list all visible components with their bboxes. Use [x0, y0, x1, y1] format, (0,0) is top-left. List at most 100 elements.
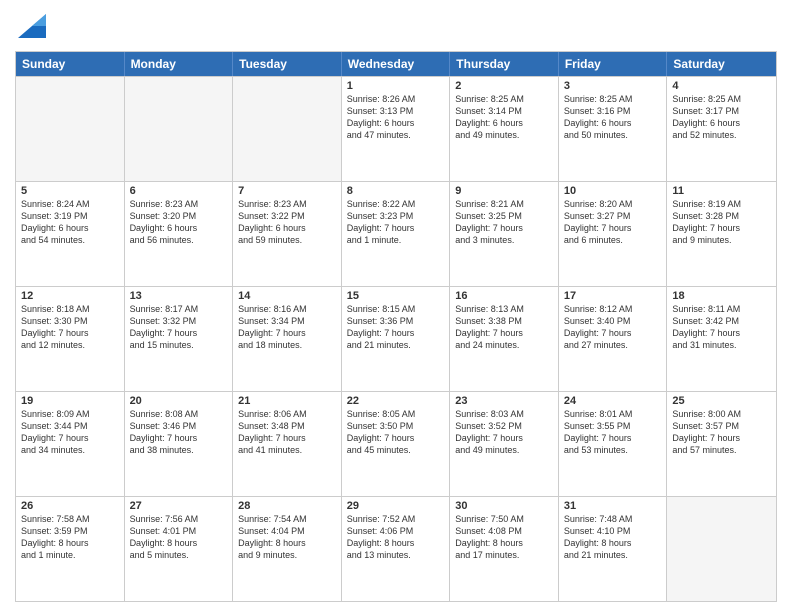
- calendar-cell: 26Sunrise: 7:58 AM Sunset: 3:59 PM Dayli…: [16, 497, 125, 601]
- day-info: Sunrise: 8:26 AM Sunset: 3:13 PM Dayligh…: [347, 93, 445, 142]
- day-number: 27: [130, 500, 228, 512]
- calendar-cell: 18Sunrise: 8:11 AM Sunset: 3:42 PM Dayli…: [667, 287, 776, 391]
- day-info: Sunrise: 8:12 AM Sunset: 3:40 PM Dayligh…: [564, 303, 662, 352]
- calendar-row: 12Sunrise: 8:18 AM Sunset: 3:30 PM Dayli…: [16, 286, 776, 391]
- day-number: 6: [130, 185, 228, 197]
- day-info: Sunrise: 8:18 AM Sunset: 3:30 PM Dayligh…: [21, 303, 119, 352]
- weekday-header: Wednesday: [342, 52, 451, 76]
- day-info: Sunrise: 8:22 AM Sunset: 3:23 PM Dayligh…: [347, 198, 445, 247]
- day-number: 20: [130, 395, 228, 407]
- day-number: 21: [238, 395, 336, 407]
- day-info: Sunrise: 7:52 AM Sunset: 4:06 PM Dayligh…: [347, 513, 445, 562]
- calendar-cell: 19Sunrise: 8:09 AM Sunset: 3:44 PM Dayli…: [16, 392, 125, 496]
- day-number: 9: [455, 185, 553, 197]
- calendar-cell: 5Sunrise: 8:24 AM Sunset: 3:19 PM Daylig…: [16, 182, 125, 286]
- day-info: Sunrise: 8:05 AM Sunset: 3:50 PM Dayligh…: [347, 408, 445, 457]
- calendar-cell: 30Sunrise: 7:50 AM Sunset: 4:08 PM Dayli…: [450, 497, 559, 601]
- day-info: Sunrise: 8:19 AM Sunset: 3:28 PM Dayligh…: [672, 198, 771, 247]
- day-info: Sunrise: 8:24 AM Sunset: 3:19 PM Dayligh…: [21, 198, 119, 247]
- calendar-cell: 21Sunrise: 8:06 AM Sunset: 3:48 PM Dayli…: [233, 392, 342, 496]
- page: SundayMondayTuesdayWednesdayThursdayFrid…: [0, 0, 792, 612]
- calendar-cell: [16, 77, 125, 181]
- day-info: Sunrise: 7:58 AM Sunset: 3:59 PM Dayligh…: [21, 513, 119, 562]
- calendar-cell: 15Sunrise: 8:15 AM Sunset: 3:36 PM Dayli…: [342, 287, 451, 391]
- day-info: Sunrise: 8:21 AM Sunset: 3:25 PM Dayligh…: [455, 198, 553, 247]
- calendar-cell: 16Sunrise: 8:13 AM Sunset: 3:38 PM Dayli…: [450, 287, 559, 391]
- day-number: 12: [21, 290, 119, 302]
- day-number: 17: [564, 290, 662, 302]
- day-info: Sunrise: 8:01 AM Sunset: 3:55 PM Dayligh…: [564, 408, 662, 457]
- calendar-row: 5Sunrise: 8:24 AM Sunset: 3:19 PM Daylig…: [16, 181, 776, 286]
- calendar-cell: 31Sunrise: 7:48 AM Sunset: 4:10 PM Dayli…: [559, 497, 668, 601]
- calendar-cell: 1Sunrise: 8:26 AM Sunset: 3:13 PM Daylig…: [342, 77, 451, 181]
- day-info: Sunrise: 7:48 AM Sunset: 4:10 PM Dayligh…: [564, 513, 662, 562]
- calendar-cell: [667, 497, 776, 601]
- weekday-header: Thursday: [450, 52, 559, 76]
- day-info: Sunrise: 8:17 AM Sunset: 3:32 PM Dayligh…: [130, 303, 228, 352]
- day-number: 14: [238, 290, 336, 302]
- calendar-cell: 6Sunrise: 8:23 AM Sunset: 3:20 PM Daylig…: [125, 182, 234, 286]
- calendar-row: 1Sunrise: 8:26 AM Sunset: 3:13 PM Daylig…: [16, 76, 776, 181]
- calendar-cell: 24Sunrise: 8:01 AM Sunset: 3:55 PM Dayli…: [559, 392, 668, 496]
- calendar-cell: 7Sunrise: 8:23 AM Sunset: 3:22 PM Daylig…: [233, 182, 342, 286]
- logo-text: [15, 14, 46, 43]
- calendar-cell: 23Sunrise: 8:03 AM Sunset: 3:52 PM Dayli…: [450, 392, 559, 496]
- calendar-cell: 12Sunrise: 8:18 AM Sunset: 3:30 PM Dayli…: [16, 287, 125, 391]
- calendar-cell: 9Sunrise: 8:21 AM Sunset: 3:25 PM Daylig…: [450, 182, 559, 286]
- calendar-row: 19Sunrise: 8:09 AM Sunset: 3:44 PM Dayli…: [16, 391, 776, 496]
- day-info: Sunrise: 8:23 AM Sunset: 3:20 PM Dayligh…: [130, 198, 228, 247]
- logo-icon: [18, 14, 46, 38]
- day-number: 24: [564, 395, 662, 407]
- day-number: 3: [564, 80, 662, 92]
- calendar-cell: 28Sunrise: 7:54 AM Sunset: 4:04 PM Dayli…: [233, 497, 342, 601]
- calendar-cell: 14Sunrise: 8:16 AM Sunset: 3:34 PM Dayli…: [233, 287, 342, 391]
- day-info: Sunrise: 7:56 AM Sunset: 4:01 PM Dayligh…: [130, 513, 228, 562]
- calendar-cell: 25Sunrise: 8:00 AM Sunset: 3:57 PM Dayli…: [667, 392, 776, 496]
- day-number: 13: [130, 290, 228, 302]
- calendar-cell: 3Sunrise: 8:25 AM Sunset: 3:16 PM Daylig…: [559, 77, 668, 181]
- calendar-body: 1Sunrise: 8:26 AM Sunset: 3:13 PM Daylig…: [16, 76, 776, 601]
- day-number: 1: [347, 80, 445, 92]
- day-number: 31: [564, 500, 662, 512]
- weekday-header: Tuesday: [233, 52, 342, 76]
- day-number: 11: [672, 185, 771, 197]
- weekday-header: Saturday: [667, 52, 776, 76]
- day-number: 8: [347, 185, 445, 197]
- weekday-header: Sunday: [16, 52, 125, 76]
- day-number: 2: [455, 80, 553, 92]
- calendar-row: 26Sunrise: 7:58 AM Sunset: 3:59 PM Dayli…: [16, 496, 776, 601]
- day-number: 16: [455, 290, 553, 302]
- day-info: Sunrise: 7:54 AM Sunset: 4:04 PM Dayligh…: [238, 513, 336, 562]
- day-number: 26: [21, 500, 119, 512]
- day-number: 19: [21, 395, 119, 407]
- day-number: 22: [347, 395, 445, 407]
- day-info: Sunrise: 8:15 AM Sunset: 3:36 PM Dayligh…: [347, 303, 445, 352]
- day-info: Sunrise: 8:16 AM Sunset: 3:34 PM Dayligh…: [238, 303, 336, 352]
- day-number: 7: [238, 185, 336, 197]
- day-number: 25: [672, 395, 771, 407]
- day-number: 4: [672, 80, 771, 92]
- day-info: Sunrise: 8:09 AM Sunset: 3:44 PM Dayligh…: [21, 408, 119, 457]
- header: [15, 10, 777, 43]
- day-info: Sunrise: 8:00 AM Sunset: 3:57 PM Dayligh…: [672, 408, 771, 457]
- day-info: Sunrise: 8:08 AM Sunset: 3:46 PM Dayligh…: [130, 408, 228, 457]
- calendar-cell: 20Sunrise: 8:08 AM Sunset: 3:46 PM Dayli…: [125, 392, 234, 496]
- day-number: 23: [455, 395, 553, 407]
- calendar: SundayMondayTuesdayWednesdayThursdayFrid…: [15, 51, 777, 602]
- day-number: 29: [347, 500, 445, 512]
- day-info: Sunrise: 8:03 AM Sunset: 3:52 PM Dayligh…: [455, 408, 553, 457]
- day-info: Sunrise: 7:50 AM Sunset: 4:08 PM Dayligh…: [455, 513, 553, 562]
- calendar-cell: 17Sunrise: 8:12 AM Sunset: 3:40 PM Dayli…: [559, 287, 668, 391]
- day-number: 15: [347, 290, 445, 302]
- calendar-cell: 13Sunrise: 8:17 AM Sunset: 3:32 PM Dayli…: [125, 287, 234, 391]
- calendar-cell: 4Sunrise: 8:25 AM Sunset: 3:17 PM Daylig…: [667, 77, 776, 181]
- day-number: 18: [672, 290, 771, 302]
- calendar-cell: 8Sunrise: 8:22 AM Sunset: 3:23 PM Daylig…: [342, 182, 451, 286]
- weekday-header: Friday: [559, 52, 668, 76]
- calendar-cell: 29Sunrise: 7:52 AM Sunset: 4:06 PM Dayli…: [342, 497, 451, 601]
- calendar-cell: 22Sunrise: 8:05 AM Sunset: 3:50 PM Dayli…: [342, 392, 451, 496]
- day-info: Sunrise: 8:11 AM Sunset: 3:42 PM Dayligh…: [672, 303, 771, 352]
- day-info: Sunrise: 8:20 AM Sunset: 3:27 PM Dayligh…: [564, 198, 662, 247]
- weekday-header: Monday: [125, 52, 234, 76]
- day-number: 28: [238, 500, 336, 512]
